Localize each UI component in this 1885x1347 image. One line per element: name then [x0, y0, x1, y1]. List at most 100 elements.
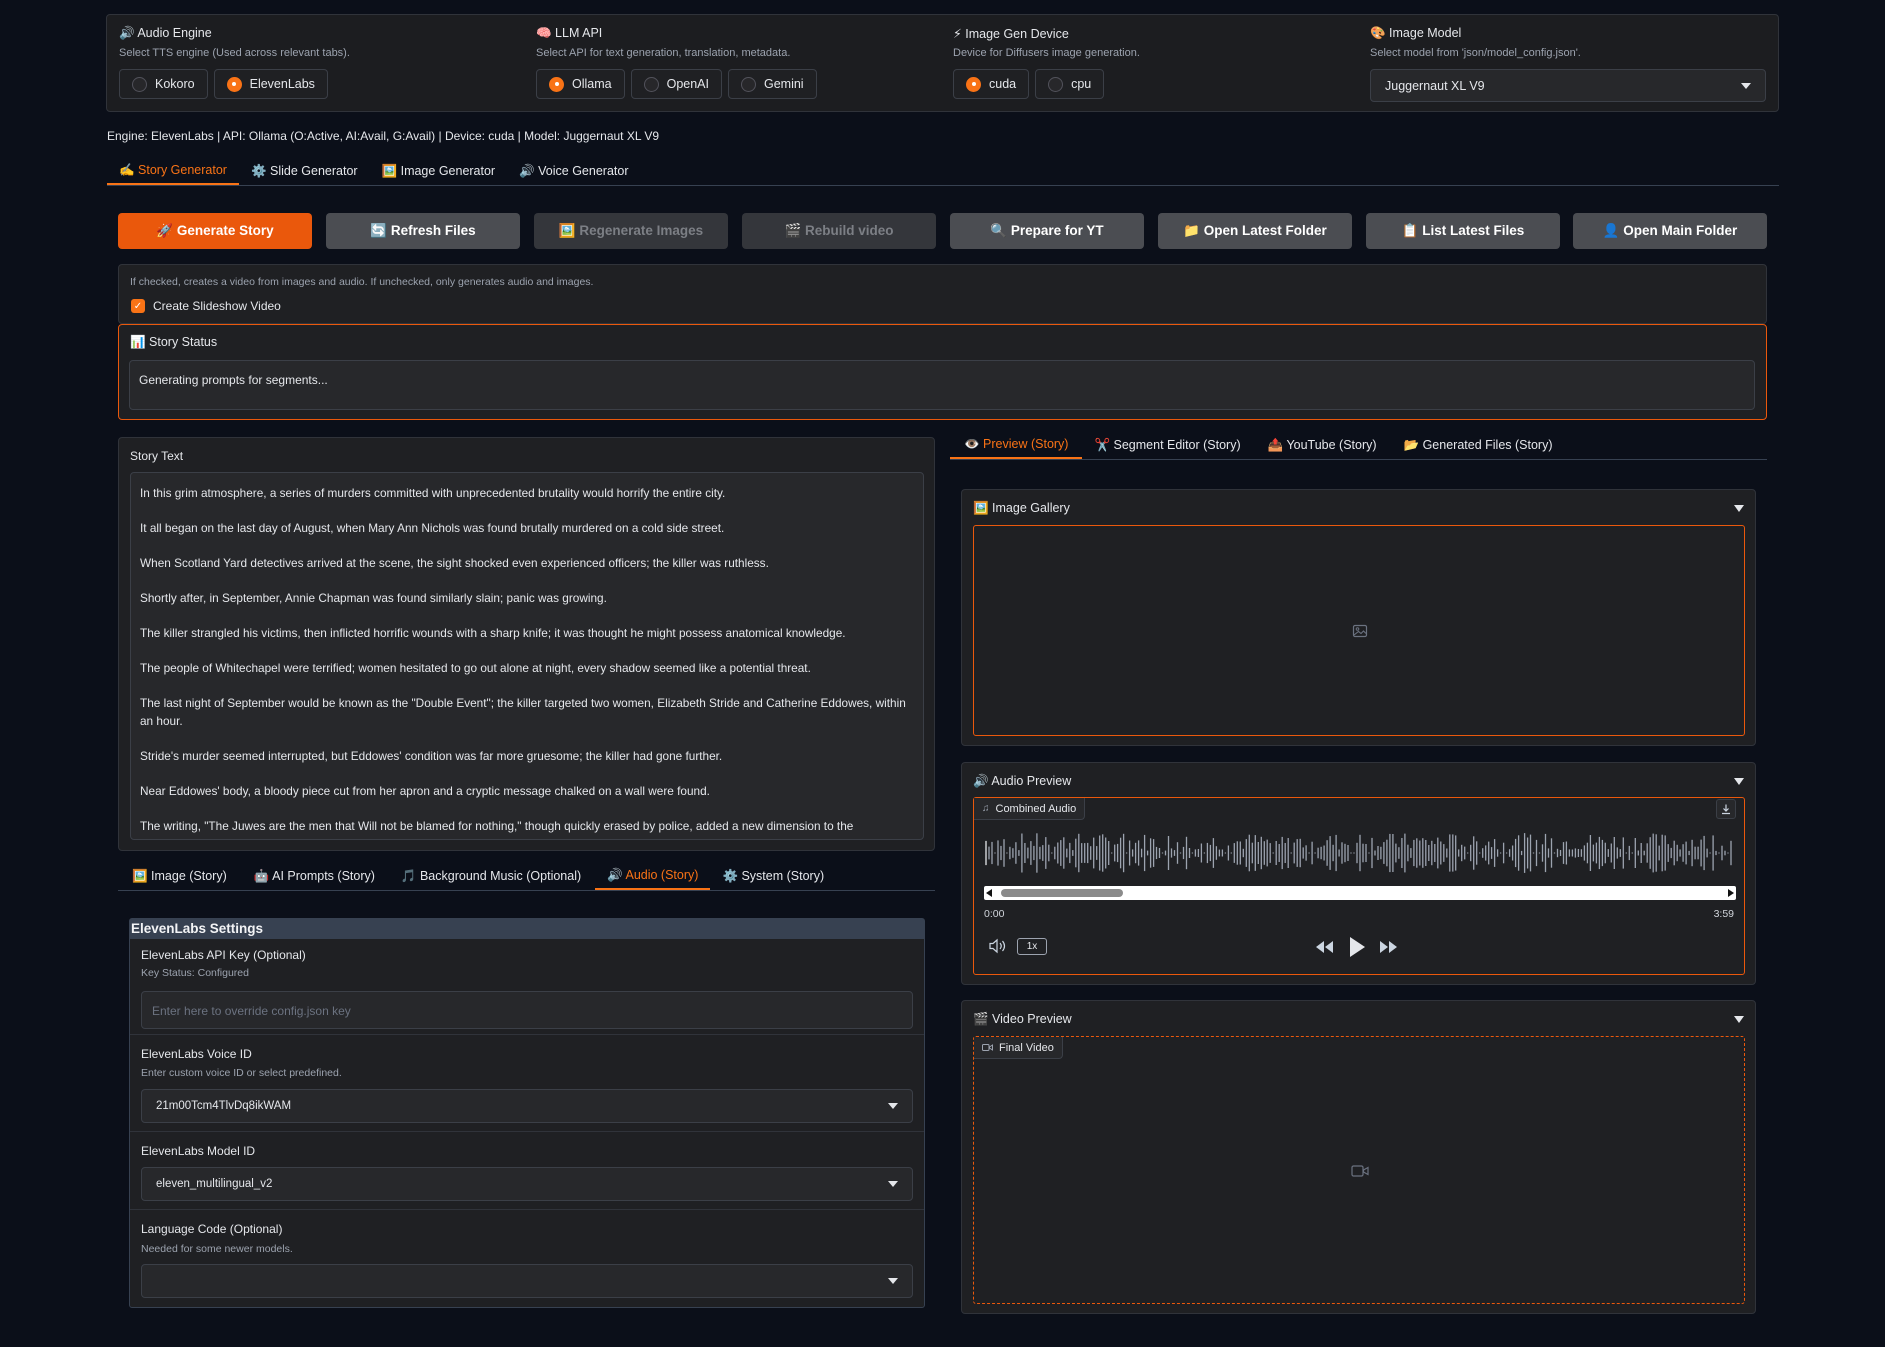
slideshow-checkbox-row[interactable]: ✓ Create Slideshow Video [131, 299, 281, 313]
tab-voice-generator[interactable]: 🔊 Voice Generator [507, 157, 640, 185]
chevron-down-icon [888, 1278, 898, 1284]
story-textarea[interactable]: In this grim atmosphere, a series of mur… [130, 472, 924, 840]
radio-cpu[interactable]: cpu [1035, 69, 1105, 99]
story-paragraph: When Scotland Yard detectives arrived at… [140, 556, 769, 570]
radio-label: cuda [989, 77, 1017, 91]
model-id-select[interactable]: eleven_multilingual_v2 [141, 1167, 913, 1201]
api-key-label: ElevenLabs API Key (Optional) [141, 948, 306, 962]
video-preview-header[interactable]: 🎬 Video Preview [973, 1005, 1744, 1033]
story-paragraph: In this grim atmosphere, a series of mur… [140, 486, 726, 500]
audio-preview-panel: 🔊 Audio Preview ♫ Combined Audio 0:00 3:… [961, 762, 1756, 985]
llm-api-title: 🧠 LLM API [536, 26, 603, 40]
open-latest-folder-button[interactable]: 📁 Open Latest Folder [1158, 213, 1352, 249]
story-paragraph: The writing, "The Juwes are the men that… [140, 819, 854, 833]
tab-image-generator[interactable]: 🖼️ Image Generator [370, 157, 508, 185]
generate-story-button[interactable]: 🚀 Generate Story [118, 213, 312, 249]
audio-engine-desc: Select TTS engine (Used across relevant … [119, 47, 350, 59]
tab-preview-story[interactable]: 👁️ Preview (Story) [950, 431, 1083, 459]
image-model-title: 🎨 Image Model [1370, 26, 1462, 40]
audio-waveform[interactable] [984, 828, 1736, 878]
preview-tabs: 👁️ Preview (Story) ✂️ Segment Editor (St… [950, 431, 1767, 460]
api-key-input[interactable]: Enter here to override config.json key [141, 991, 913, 1029]
audio-scroll-thumb[interactable] [1001, 889, 1123, 897]
radio-dot-selected [226, 76, 242, 92]
tab-story-generator[interactable]: ✍️ Story Generator [107, 157, 239, 185]
tab-image-story[interactable]: 🖼️ Image (Story) [118, 862, 242, 890]
story-text-title: Story Text [130, 449, 184, 463]
story-paragraph: Shortly after, in September, Annie Chapm… [140, 591, 607, 605]
audio-scrollbar[interactable] [984, 886, 1736, 900]
voice-id-value: 21m00Tcm4TlvDq8ikWAM [156, 1100, 292, 1112]
collapse-triangle-icon[interactable] [1734, 1015, 1744, 1023]
fast-forward-icon[interactable] [1379, 940, 1399, 954]
device-group: ⚡ Image Gen Device Device for Diffusers … [953, 26, 1140, 99]
image-gallery-header[interactable]: 🖼️ Image Gallery [973, 494, 1744, 522]
radio-dot-selected [966, 76, 981, 92]
audio-preview-header[interactable]: 🔊 Audio Preview [973, 767, 1744, 795]
radio-gemini[interactable]: Gemini [727, 69, 817, 99]
chevron-down-icon [1741, 82, 1751, 89]
collapse-triangle-icon[interactable] [1734, 504, 1744, 512]
radio-dot-selected [549, 76, 564, 92]
rebuild-video-button[interactable]: 🎬 Rebuild video [742, 213, 936, 249]
tab-generated-files[interactable]: 📂 Generated Files (Story) [1392, 431, 1565, 459]
language-code-select[interactable] [141, 1264, 913, 1298]
story-text-panel: Story Text In this grim atmosphere, a se… [118, 437, 935, 851]
open-main-folder-button[interactable]: 👤 Open Main Folder [1573, 213, 1767, 249]
tab-segment-editor[interactable]: ✂️ Segment Editor (Story) [1082, 431, 1252, 459]
tab-background-music[interactable]: 🎵 Background Music (Optional) [387, 862, 595, 890]
tab-youtube-story[interactable]: 📤 YouTube (Story) [1253, 431, 1392, 459]
video-badge-label: Final Video [999, 1041, 1054, 1054]
api-key-status: Key Status: Configured [141, 967, 249, 979]
regenerate-images-button[interactable]: 🖼️ Regenerate Images [534, 213, 728, 249]
radio-label: Ollama [572, 77, 612, 91]
video-preview-panel: 🎬 Video Preview Final Video [961, 1000, 1756, 1314]
image-gallery-title: 🖼️ Image Gallery [973, 500, 1070, 515]
scroll-left-arrow-icon[interactable] [986, 889, 992, 897]
radio-label: Gemini [763, 77, 804, 91]
api-key-field: ElevenLabs API Key (Optional) Key Status… [130, 939, 924, 1035]
volume-icon[interactable] [988, 938, 1008, 954]
radio-cuda[interactable]: cuda [953, 69, 1030, 99]
download-icon[interactable] [1716, 799, 1736, 819]
slideshow-panel: If checked, creates a video from images … [118, 264, 1767, 324]
model-id-label: ElevenLabs Model ID [141, 1144, 256, 1158]
list-latest-files-button[interactable]: 📋 List Latest Files [1366, 213, 1560, 249]
model-id-field: ElevenLabs Model ID eleven_multilingual_… [130, 1132, 924, 1210]
image-model-group: 🎨 Image Model Select model from 'json/mo… [1370, 26, 1766, 102]
playback-speed-button[interactable]: 1x [1017, 938, 1047, 955]
image-model-select[interactable]: Juggernaut XL V9 [1370, 69, 1766, 102]
story-paragraph: The killer strangled his victims, then i… [140, 626, 846, 640]
image-model-desc: Select model from 'json/model_config.jso… [1370, 47, 1581, 59]
tab-ai-prompts-story[interactable]: 🤖 AI Prompts (Story) [242, 862, 387, 890]
video-preview-title: 🎬 Video Preview [973, 1011, 1072, 1026]
elevenlabs-settings-panel: ElevenLabs Settings ElevenLabs API Key (… [129, 918, 925, 1308]
refresh-files-button[interactable]: 🔄 Refresh Files [326, 213, 520, 249]
radio-ollama[interactable]: Ollama [536, 69, 625, 99]
image-placeholder-icon [1352, 624, 1368, 638]
play-icon[interactable] [1348, 936, 1366, 958]
voice-id-select[interactable]: 21m00Tcm4TlvDq8ikWAM [141, 1089, 913, 1123]
audio-preview-title: 🔊 Audio Preview [973, 773, 1072, 788]
radio-elevenlabs[interactable]: ElevenLabs [213, 69, 328, 99]
tab-audio-story[interactable]: 🔊 Audio (Story) [595, 862, 711, 890]
radio-openai[interactable]: OpenAI [630, 69, 722, 99]
model-id-value: eleven_multilingual_v2 [156, 1178, 273, 1190]
radio-label: OpenAI [666, 77, 709, 91]
checkbox-checked-icon[interactable]: ✓ [131, 299, 145, 313]
audio-badge-label: Combined Audio [995, 802, 1077, 815]
scroll-right-arrow-icon[interactable] [1728, 889, 1734, 897]
music-note-icon: ♫ [982, 803, 990, 814]
story-status-panel: 📊 Story Status Generating prompts for se… [118, 324, 1767, 420]
rewind-icon[interactable] [1314, 940, 1334, 954]
story-paragraph: The people of Whitechapel were terrified… [140, 661, 811, 675]
prepare-yt-button[interactable]: 🔍 Prepare for YT [950, 213, 1144, 249]
tab-slide-generator[interactable]: ⚙️ Slide Generator [239, 157, 370, 185]
audio-time-start: 0:00 [984, 908, 1005, 920]
tab-system-story[interactable]: ⚙️ System (Story) [710, 862, 836, 890]
voice-id-label: ElevenLabs Voice ID [141, 1047, 252, 1061]
collapse-triangle-icon[interactable] [1734, 777, 1744, 785]
story-paragraph: Near Eddowes' body, a bloody piece cut f… [140, 784, 710, 798]
radio-kokoro[interactable]: Kokoro [119, 69, 208, 99]
audio-badge: ♫ Combined Audio [974, 798, 1086, 820]
